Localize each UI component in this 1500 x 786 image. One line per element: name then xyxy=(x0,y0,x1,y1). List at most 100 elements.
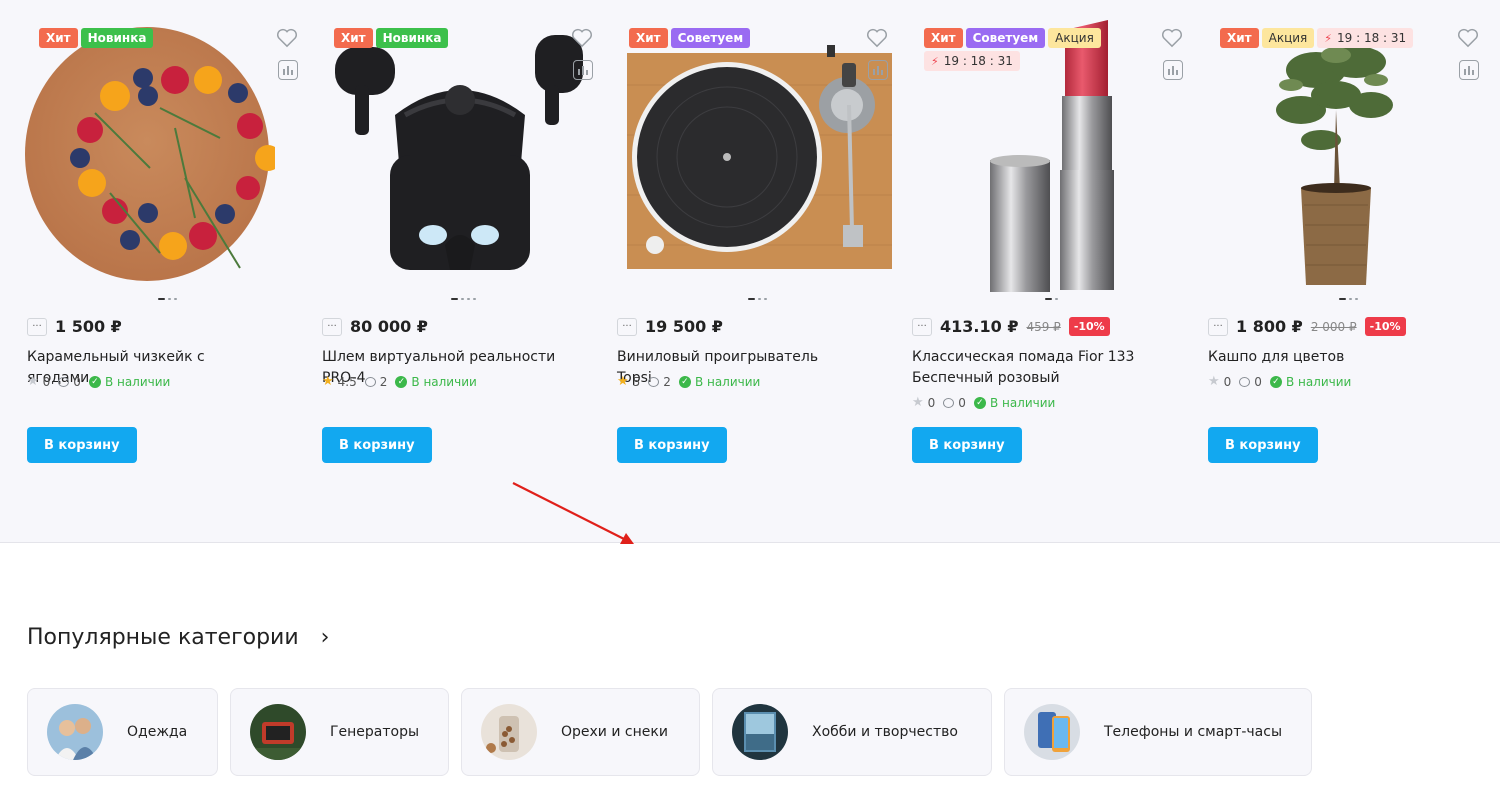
price-row: ··· 1 800 ₽ 2 000 ₽ -10% xyxy=(1208,317,1406,336)
chevron-right-icon[interactable]: › xyxy=(321,625,330,650)
product-card[interactable]: Хит Советуем ··· 19 500 ₽ Виниловый прои xyxy=(590,0,892,543)
compare-chart-icon[interactable] xyxy=(1163,60,1183,80)
more-options-icon[interactable]: ··· xyxy=(617,317,637,336)
badge-list: Хит Советуем xyxy=(629,28,839,48)
badge-list: Хит Советуем Акция ⚡ 19 : 18 : 31 xyxy=(924,28,1134,71)
promo-badge: Акция xyxy=(1261,28,1315,48)
stock-status: В наличии xyxy=(1285,374,1352,389)
turntable-image[interactable] xyxy=(627,45,892,269)
rating-value: 0 xyxy=(927,395,936,410)
red-annotation-arrow xyxy=(512,482,634,544)
add-to-cart-button[interactable]: В корзину xyxy=(912,427,1022,463)
price-row: ··· 80 000 ₽ xyxy=(322,317,428,336)
rating-value: 0 xyxy=(1223,374,1232,389)
category-card-hobby[interactable]: Хобби и творчество xyxy=(712,688,992,776)
category-card-nuts[interactable]: Орехи и снеки xyxy=(461,688,700,776)
favorite-heart-icon[interactable] xyxy=(1161,28,1183,48)
vr-headset-image[interactable] xyxy=(335,25,585,287)
reviews-count: 0 xyxy=(958,395,966,410)
check-circle-icon: ✓ xyxy=(973,396,986,409)
reviews-count: 2 xyxy=(379,374,388,389)
hit-badge: Хит xyxy=(629,28,668,48)
discount-badge: -10% xyxy=(1068,317,1110,336)
product-card[interactable]: Хит Новинка ··· 1 500 ₽ Карамельный чизк… xyxy=(0,0,298,543)
price-row: ··· 1 500 ₽ xyxy=(27,317,122,336)
stock-status: В наличии xyxy=(411,374,477,389)
check-circle-icon: ✓ xyxy=(1269,375,1282,388)
more-options-icon[interactable]: ··· xyxy=(322,317,342,336)
new-badge: Новинка xyxy=(375,28,449,48)
category-label: Орехи и снеки xyxy=(561,724,668,740)
comment-icon xyxy=(1239,376,1251,387)
rating-value: 5 xyxy=(632,374,641,389)
image-pager-dots[interactable] xyxy=(1045,296,1075,302)
old-price: 459 ₽ xyxy=(1026,319,1061,334)
add-to-cart-button[interactable]: В корзину xyxy=(27,427,137,463)
category-label: Генераторы xyxy=(330,724,420,740)
reviews-count: 0 xyxy=(73,374,81,389)
category-card-clothing[interactable]: Одежда xyxy=(27,688,218,776)
new-badge: Новинка xyxy=(80,28,154,48)
star-icon: ★ xyxy=(912,395,924,410)
popular-categories-heading[interactable]: Популярные категории › xyxy=(27,625,329,650)
favorite-heart-icon[interactable] xyxy=(1457,28,1479,48)
promo-badge: Акция xyxy=(1048,28,1101,48)
product-meta: ★ 4.5 2 ✓ В наличии xyxy=(322,374,477,389)
timer-value: 19 : 18 : 31 xyxy=(1337,31,1407,45)
stock-status: В наличии xyxy=(694,374,761,389)
comment-icon xyxy=(364,376,376,387)
product-card[interactable]: Хит Новинка ··· 80 000 ₽ Шлем виртуально… xyxy=(295,0,593,543)
old-price: 2 000 ₽ xyxy=(1310,319,1357,334)
price: 1 500 ₽ xyxy=(55,317,122,336)
plant-pot-image[interactable] xyxy=(1276,40,1396,285)
comment-icon xyxy=(58,376,70,387)
countdown-timer: ⚡ 19 : 18 : 31 xyxy=(1317,28,1414,48)
section-title: Популярные категории xyxy=(27,625,299,650)
hit-badge: Хит xyxy=(334,28,373,48)
badge-list: Хит Новинка xyxy=(39,28,249,48)
compare-chart-icon[interactable] xyxy=(1459,60,1479,80)
product-name[interactable]: Классическая помада Fior 133 Беспечный р… xyxy=(912,347,1152,389)
hit-badge: Хит xyxy=(1220,28,1259,48)
price-row: ··· 19 500 ₽ xyxy=(617,317,723,336)
phones-thumb xyxy=(1024,704,1080,760)
image-pager-dots[interactable] xyxy=(451,296,481,302)
generator-thumb xyxy=(250,704,306,760)
stock-status: В наличии xyxy=(989,395,1056,410)
lightning-icon: ⚡ xyxy=(931,55,939,68)
star-icon: ★ xyxy=(1208,374,1220,389)
category-card-generators[interactable]: Генераторы xyxy=(230,688,449,776)
add-to-cart-button[interactable]: В корзину xyxy=(617,427,727,463)
star-icon: ★ xyxy=(322,374,334,389)
category-label: Телефоны и смарт-часы xyxy=(1104,724,1283,740)
add-to-cart-button[interactable]: В корзину xyxy=(1208,427,1318,463)
rating-value: 4.5 xyxy=(337,374,357,389)
stock-status: В наличии xyxy=(104,374,171,389)
product-name[interactable]: Кашпо для цветов xyxy=(1208,347,1438,368)
clothing-thumb xyxy=(47,704,103,760)
image-pager-dots[interactable] xyxy=(748,296,778,302)
price-row: ··· 413.10 ₽ 459 ₽ -10% xyxy=(912,317,1110,336)
product-card[interactable]: Хит Акция ⚡ 19 : 18 : 31 ··· 1 800 ₽ 2 00… xyxy=(1181,0,1479,543)
product-meta: ★ 5 2 ✓ В наличии xyxy=(617,374,760,389)
image-pager-dots[interactable] xyxy=(158,296,188,302)
reviews-count: 0 xyxy=(1254,374,1262,389)
add-to-cart-button[interactable]: В корзину xyxy=(322,427,432,463)
check-circle-icon: ✓ xyxy=(395,375,408,388)
cheesecake-image[interactable] xyxy=(20,18,275,290)
recommend-badge: Советуем xyxy=(670,28,751,48)
rating-value: 0 xyxy=(42,374,51,389)
comment-icon xyxy=(943,397,955,408)
product-meta: ★ 0 0 ✓ В наличии xyxy=(912,395,1055,410)
category-label: Хобби и творчество xyxy=(812,724,958,740)
category-card-phones[interactable]: Телефоны и смарт-часы xyxy=(1004,688,1312,776)
more-options-icon[interactable]: ··· xyxy=(27,317,47,336)
nuts-thumb xyxy=(481,704,537,760)
product-meta: ★ 0 0 ✓ В наличии xyxy=(27,374,170,389)
star-icon: ★ xyxy=(27,374,39,389)
more-options-icon[interactable]: ··· xyxy=(1208,317,1228,336)
image-pager-dots[interactable] xyxy=(1339,296,1369,302)
product-card[interactable]: Хит Советуем Акция ⚡ 19 : 18 : 31 ··· 413… xyxy=(885,0,1183,543)
badge-list: Хит Новинка xyxy=(334,28,544,48)
more-options-icon[interactable]: ··· xyxy=(912,317,932,336)
